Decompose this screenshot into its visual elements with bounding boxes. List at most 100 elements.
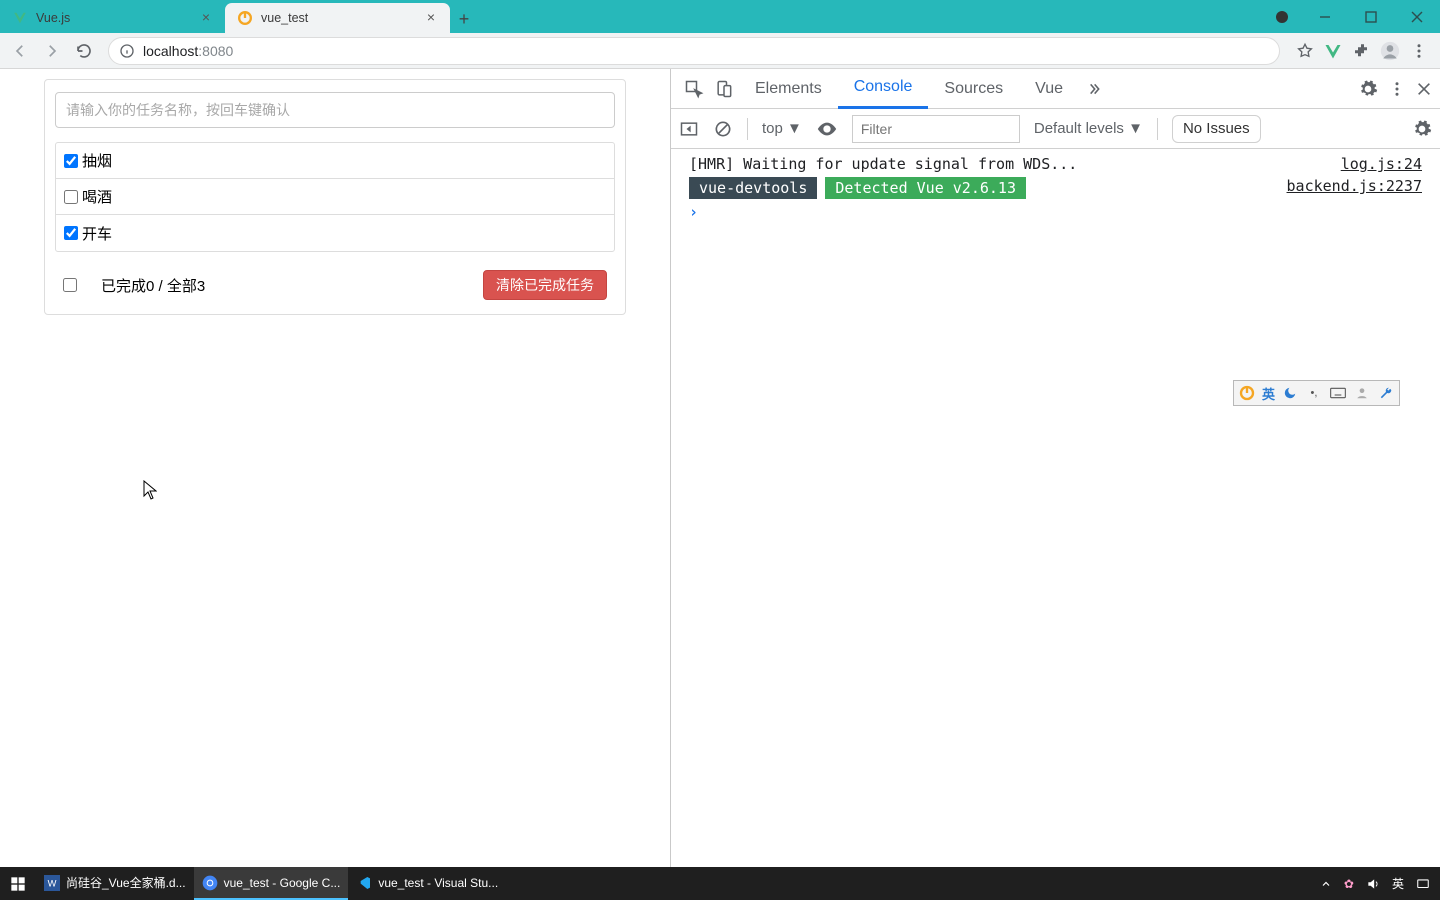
browser-tab[interactable]: Vue.js × [0,3,225,33]
browser-tab-active[interactable]: vue_test × [225,3,450,33]
maximize-button[interactable] [1348,0,1394,33]
window-controls [1266,0,1440,33]
tab-elements[interactable]: Elements [739,69,838,109]
profile-avatar-icon[interactable] [1380,41,1400,61]
close-icon[interactable]: × [424,11,438,25]
chrome-menu-icon[interactable] [1410,42,1428,60]
site-info-icon[interactable] [119,43,135,59]
console-log-line: vue-devtools Detected Vue v2.6.13 backen… [671,175,1440,201]
log-badge: vue-devtools [689,177,817,199]
ime-toolbar[interactable]: 英 •, [1233,380,1400,406]
more-tabs-icon[interactable] [1079,74,1109,104]
close-icon[interactable]: × [199,11,213,25]
console-body[interactable]: [HMR] Waiting for update signal from WDS… [671,149,1440,867]
url-field[interactable]: localhost:8080 [108,37,1280,65]
log-source-link[interactable]: log.js:24 [1341,155,1422,173]
windows-taskbar: W 尚硅谷_Vue全家桶.d... vue_test - Google C...… [0,867,1440,900]
task-list: 抽烟 喝酒 开车 [55,142,615,252]
address-bar: localhost:8080 [0,33,1440,69]
ime-lang[interactable]: 英 [1262,384,1275,403]
tab-console[interactable]: Console [838,69,929,109]
ime-logo-icon [1238,384,1256,402]
browser-titlebar: Vue.js × vue_test × + [0,0,1440,33]
inspect-element-icon[interactable] [679,74,709,104]
task-label: 开车 [82,223,112,244]
user-icon[interactable] [1353,384,1371,402]
notifications-icon[interactable] [1416,877,1430,891]
volume-icon[interactable] [1366,877,1380,891]
tray-lang[interactable]: 英 [1392,875,1404,892]
cursor-icon [143,480,157,500]
todo-footer: 已完成0 / 全部3 清除已完成任务 [55,270,615,304]
taskbar-item[interactable]: W 尚硅谷_Vue全家桶.d... [36,867,194,900]
close-window-button[interactable] [1394,0,1440,33]
reload-button[interactable] [70,37,98,65]
todo-card: 抽烟 喝酒 开车 已完成0 / 全部3 清除已完成任务 [44,79,626,315]
chrome-icon [202,875,218,891]
list-item[interactable]: 开车 [56,215,614,251]
wrench-icon[interactable] [1377,384,1395,402]
tab-vue[interactable]: Vue [1019,69,1079,109]
console-toolbar: top ▼ Default levels ▼ No Issues [671,109,1440,149]
console-filter-input[interactable] [852,115,1020,143]
clear-completed-button[interactable]: 清除已完成任务 [483,270,607,300]
settings-gear-icon[interactable] [1358,79,1378,99]
tray-chevron-icon[interactable] [1320,878,1332,890]
extensions-icon[interactable] [1352,42,1370,60]
task-checkbox[interactable] [64,226,78,240]
moon-icon[interactable] [1281,384,1299,402]
punctuation-icon[interactable]: •, [1305,384,1323,402]
context-selector[interactable]: top ▼ [762,120,802,137]
list-item[interactable]: 抽烟 [56,143,614,179]
start-button[interactable] [0,876,36,892]
url-host: localhost [143,43,198,59]
device-toggle-icon[interactable] [709,74,739,104]
tray-flower-icon[interactable]: ✿ [1344,877,1354,891]
select-all-checkbox[interactable] [63,278,77,292]
log-levels-selector[interactable]: Default levels ▼ [1034,120,1143,137]
log-message: [HMR] Waiting for update signal from WDS… [689,155,1077,173]
tab-sources[interactable]: Sources [928,69,1019,109]
devtools-menu-icon[interactable] [1388,80,1406,98]
system-tray: ✿ 英 [1310,875,1440,892]
task-checkbox[interactable] [64,190,78,204]
url-port: :8080 [198,43,233,59]
log-badge: Detected Vue v2.6.13 [825,177,1026,199]
tab-title: vue_test [261,11,416,25]
devtools-tabstrip: Elements Console Sources Vue [671,69,1440,109]
console-prompt[interactable]: › [671,201,1440,223]
list-item[interactable]: 喝酒 [56,179,614,215]
taskbar-label: 尚硅谷_Vue全家桶.d... [66,874,186,891]
profile-dot-icon[interactable] [1276,11,1288,23]
tab-title: Vue.js [36,11,191,25]
clear-console-icon[interactable] [713,119,733,139]
back-button[interactable] [6,37,34,65]
minimize-button[interactable] [1302,0,1348,33]
task-checkbox[interactable] [64,154,78,168]
svg-text:W: W [48,878,57,888]
summary-text: 已完成0 / 全部3 [101,275,205,296]
close-devtools-icon[interactable] [1416,81,1432,97]
taskbar-item[interactable]: vue_test - Google C... [194,867,349,900]
keyboard-icon[interactable] [1329,384,1347,402]
new-tab-button[interactable]: + [450,5,478,33]
console-log-line: [HMR] Waiting for update signal from WDS… [671,153,1440,175]
word-icon: W [44,875,60,891]
orange-favicon-icon [237,10,253,26]
taskbar-label: vue_test - Visual Stu... [378,876,498,890]
vue-devtools-extension-icon[interactable] [1324,42,1342,60]
sidebar-toggle-icon[interactable] [679,119,699,139]
task-label: 抽烟 [82,150,112,171]
log-source-link[interactable]: backend.js:2237 [1287,177,1422,199]
console-settings-gear-icon[interactable] [1412,119,1432,139]
bookmark-star-icon[interactable] [1296,42,1314,60]
live-expression-eye-icon[interactable] [816,118,838,140]
task-input[interactable] [55,92,615,128]
taskbar-item[interactable]: vue_test - Visual Stu... [348,867,506,900]
taskbar-label: vue_test - Google C... [224,876,341,890]
devtools-panel: Elements Console Sources Vue top ▼ Defau… [670,69,1440,867]
vue-favicon-icon [12,10,28,26]
task-label: 喝酒 [82,186,112,207]
forward-button[interactable] [38,37,66,65]
issues-pill[interactable]: No Issues [1172,115,1261,143]
